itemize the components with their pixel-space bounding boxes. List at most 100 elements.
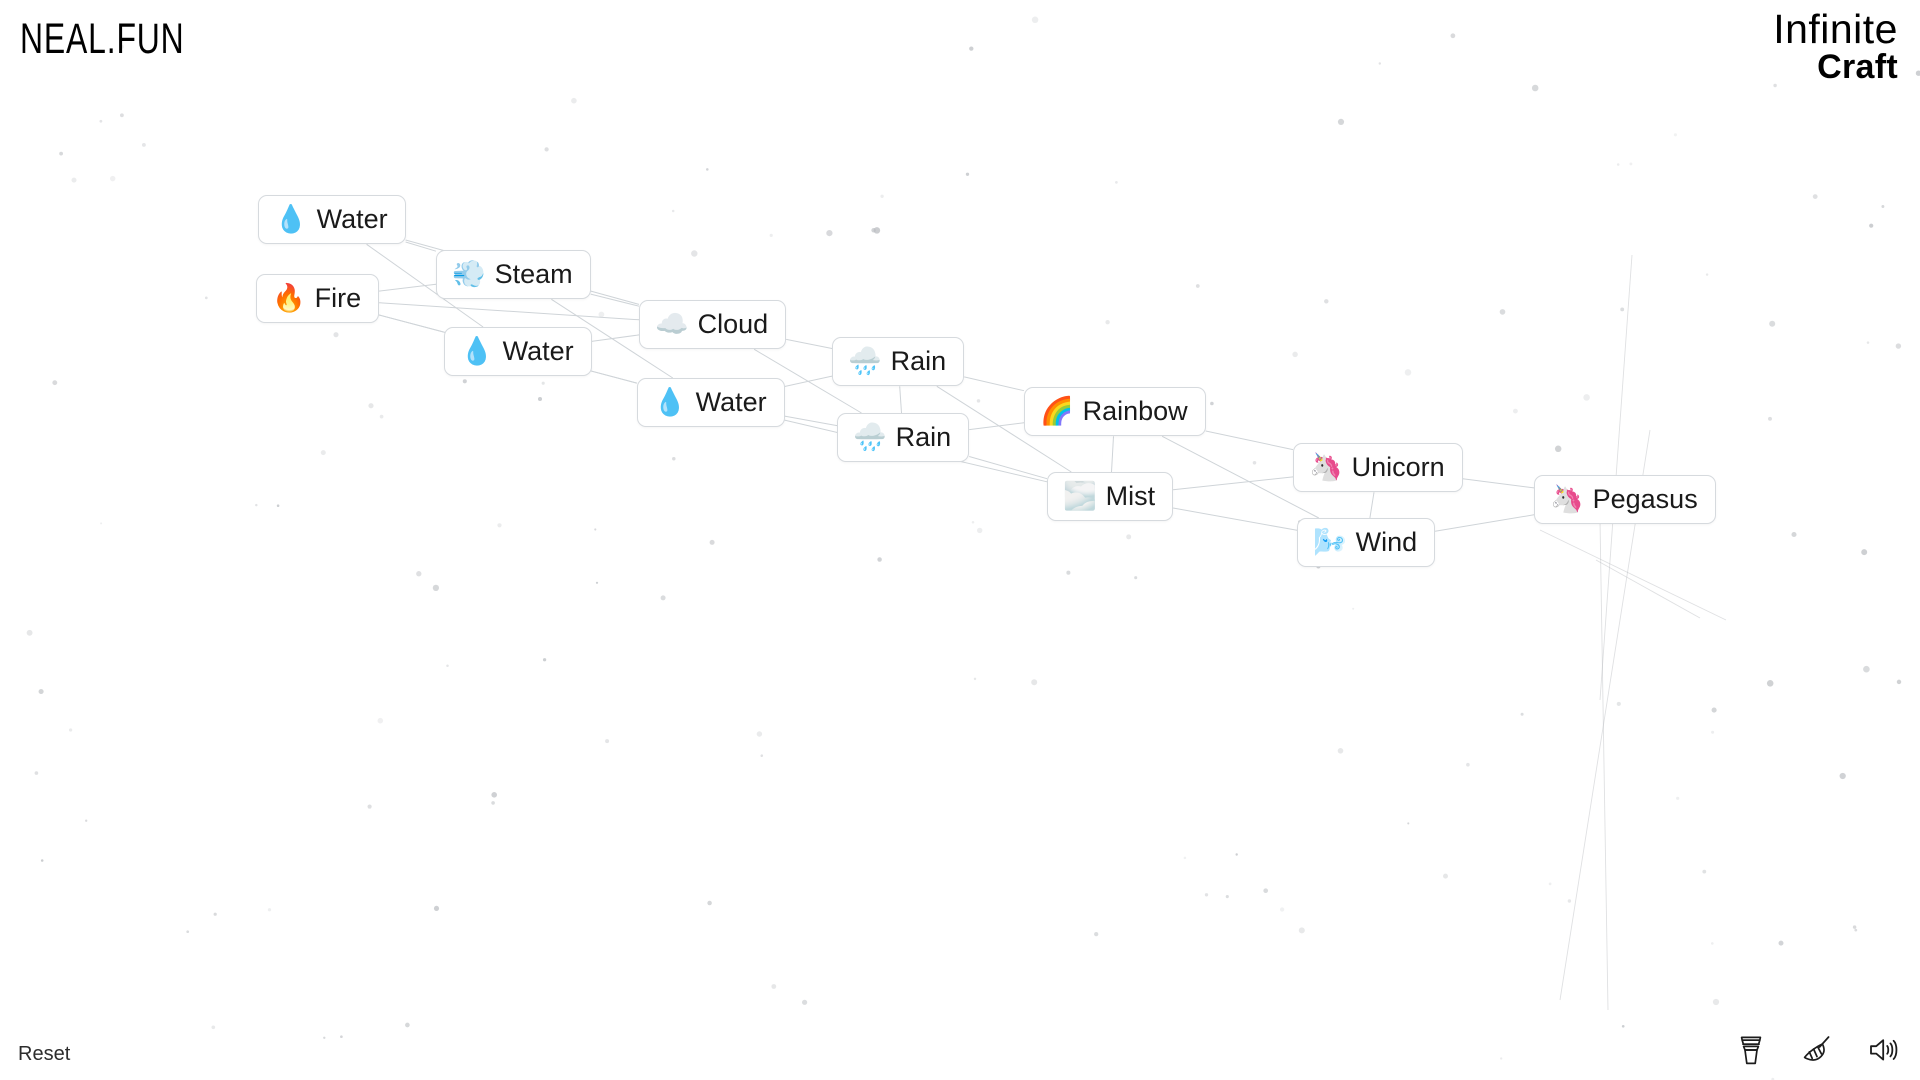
element-card-pegasus[interactable]: 🦄 Pegasus: [1534, 475, 1716, 525]
background-star: [26, 629, 33, 636]
element-card-rain[interactable]: 🌧️ Rain: [837, 413, 970, 463]
background-starfield: [26, 16, 1920, 1080]
cloud-icon: ☁️: [655, 308, 689, 340]
background-star: [141, 142, 146, 147]
background-star: [320, 450, 326, 456]
connector-line: [784, 415, 838, 427]
element-card-water[interactable]: 💧 Water: [637, 378, 785, 428]
connector-line: [405, 241, 437, 252]
background-star: [100, 522, 103, 525]
background-star: [491, 801, 495, 805]
sound-on-icon[interactable]: [1866, 1032, 1900, 1068]
background-star: [267, 908, 272, 912]
background-star: [186, 930, 190, 934]
element-card-cloud[interactable]: ☁️ Cloud: [639, 300, 787, 350]
title-line-infinite: Infinite: [1773, 6, 1898, 52]
background-star: [432, 584, 440, 592]
element-label: Water: [695, 387, 767, 417]
background-star: [1583, 394, 1590, 401]
fog-icon: 🌫️: [1063, 480, 1097, 512]
coffee-cup-icon[interactable]: [1734, 1032, 1768, 1068]
element-card-rainbow[interactable]: 🌈 Rainbow: [1024, 387, 1206, 437]
background-star: [771, 984, 777, 989]
background-star: [109, 175, 116, 182]
reset-button[interactable]: Reset: [18, 1043, 70, 1066]
element-card-rain[interactable]: 🌧️ Rain: [832, 337, 965, 387]
background-star: [497, 523, 502, 528]
connector-line: [1173, 476, 1294, 491]
constellation-line: [1599, 519, 1609, 1011]
rainbow-icon: 🌈: [1040, 395, 1074, 427]
element-label: Steam: [494, 259, 573, 289]
background-star: [1183, 856, 1187, 860]
rain-cloud-icon: 🌧️: [848, 345, 882, 377]
connector-line: [1462, 478, 1535, 489]
background-star: [1263, 888, 1269, 894]
background-star: [1279, 907, 1285, 912]
element-card-wind[interactable]: 🌬️ Wind: [1297, 518, 1436, 568]
background-star: [1839, 772, 1846, 780]
connector-line: [786, 338, 833, 349]
background-star: [537, 396, 543, 402]
background-star: [1337, 747, 1344, 754]
background-star: [672, 457, 676, 461]
background-star: [491, 791, 498, 798]
unicorn-icon: 🦄: [1550, 483, 1584, 515]
background-star: [709, 539, 715, 545]
background-star: [1378, 62, 1382, 65]
background-star: [877, 557, 882, 562]
connector-line: [1205, 430, 1294, 451]
background-star: [99, 119, 103, 123]
broom-icon[interactable]: [1800, 1032, 1834, 1068]
background-star: [1225, 895, 1229, 899]
background-star: [756, 731, 763, 737]
neal-fun-logo[interactable]: NEAL.FUN: [20, 16, 185, 64]
background-star: [59, 151, 63, 156]
element-card-fire[interactable]: 🔥 Fire: [256, 274, 380, 324]
unicorn-icon: 🦄: [1309, 451, 1343, 483]
background-star: [1766, 680, 1774, 687]
element-card-unicorn[interactable]: 🦄 Unicorn: [1293, 443, 1463, 493]
background-star: [211, 1025, 216, 1030]
background-star: [368, 403, 374, 409]
background-star: [1915, 70, 1920, 76]
background-star: [1629, 162, 1633, 166]
background-star: [801, 999, 808, 1005]
background-star: [873, 227, 881, 234]
background-star: [1210, 401, 1214, 406]
background-star: [323, 1036, 326, 1039]
connector-line: [969, 422, 1025, 431]
constellation-line: [1595, 559, 1701, 619]
background-star: [1778, 940, 1784, 946]
background-star: [1711, 730, 1715, 734]
background-star: [71, 177, 77, 183]
background-star: [433, 905, 440, 911]
background-star: [594, 528, 597, 531]
background-star: [276, 504, 280, 507]
background-star: [204, 296, 208, 300]
background-star: [1407, 822, 1410, 825]
background-star: [880, 194, 884, 198]
background-star: [965, 172, 970, 176]
element-card-water[interactable]: 💧 Water: [258, 195, 406, 245]
element-card-water[interactable]: 💧 Water: [444, 327, 592, 377]
background-star: [1292, 351, 1298, 358]
background-star: [1866, 341, 1870, 344]
background-star: [1554, 445, 1562, 453]
background-star: [34, 771, 39, 775]
background-star: [769, 233, 773, 237]
background-star: [1031, 679, 1038, 686]
connector-line: [899, 386, 902, 414]
background-star: [1195, 284, 1200, 288]
connector-line: [591, 334, 640, 342]
element-card-steam[interactable]: 💨 Steam: [436, 250, 591, 300]
background-star: [1863, 665, 1870, 673]
connector-line: [590, 293, 640, 307]
background-star: [1324, 299, 1329, 304]
connector-line: [591, 370, 638, 384]
constellation-line: [1539, 529, 1727, 621]
connector-line: [379, 283, 437, 292]
background-star: [255, 503, 258, 507]
element-label: Unicorn: [1351, 452, 1445, 482]
element-card-mist[interactable]: 🌫️ Mist: [1047, 472, 1174, 522]
